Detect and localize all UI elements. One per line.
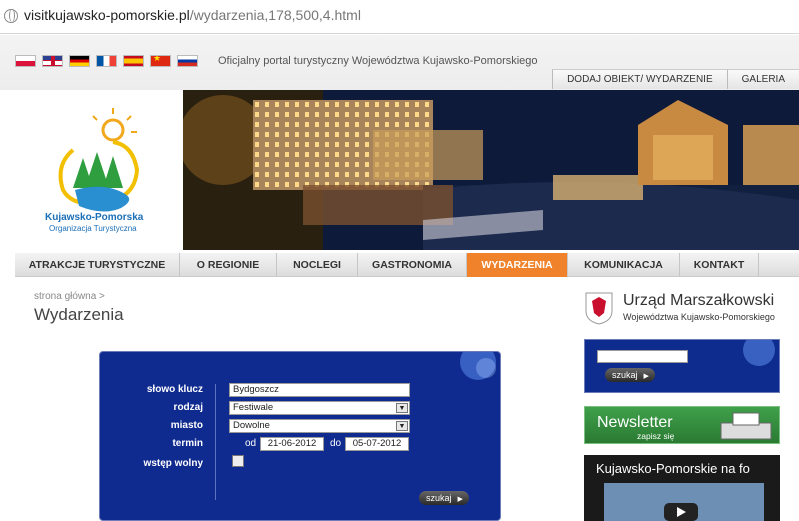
menu-events[interactable]: WYDARZENIA bbox=[467, 253, 568, 277]
keyboard-icon bbox=[720, 412, 772, 440]
keyword-label: słowo klucz bbox=[146, 384, 203, 395]
date-from-input[interactable]: 21-06-2012 bbox=[260, 437, 324, 451]
banner: Kujawsko-Pomorska Organizacja Turystyczn… bbox=[15, 90, 799, 250]
city-label: miasto bbox=[170, 420, 203, 431]
menu-attractions[interactable]: ATRAKCJE TURYSTYCZNE bbox=[15, 253, 180, 277]
browser-address-bar[interactable]: visitkujawsko-pomorskie.pl/wydarzenia,17… bbox=[0, 0, 799, 34]
logo-line2: Organizacja Turystyczna bbox=[49, 224, 137, 233]
city-select[interactable]: Dowolne ▼ bbox=[229, 419, 410, 433]
menu-accommodation[interactable]: NOCLEGI bbox=[277, 253, 358, 277]
flag-pl-icon[interactable] bbox=[15, 55, 36, 67]
coat-of-arms-icon[interactable] bbox=[584, 291, 614, 325]
play-arrow-icon: ▶ bbox=[643, 373, 649, 380]
free-entry-checkbox[interactable] bbox=[232, 455, 244, 467]
flag-ru-icon[interactable] bbox=[177, 55, 198, 67]
chevron-down-icon[interactable]: ▼ bbox=[396, 403, 408, 413]
menu-region[interactable]: O REGIONIE bbox=[180, 253, 277, 277]
city-select-value: Dowolne bbox=[233, 420, 270, 431]
event-search-panel: słowo klucz Bydgoszcz rodzaj Festiwale ▼… bbox=[99, 351, 501, 521]
from-label: od bbox=[245, 438, 257, 449]
flag-fr-icon[interactable] bbox=[96, 55, 117, 67]
url-text[interactable]: visitkujawsko-pomorskie.pl/wydarzenia,17… bbox=[24, 7, 361, 23]
video-thumbnail bbox=[604, 483, 764, 521]
menu-contact[interactable]: KONTAKT bbox=[680, 253, 759, 277]
main-menu: ATRAKCJE TURYSTYCZNE O REGIONIE NOCLEGI … bbox=[15, 253, 799, 277]
menu-transport[interactable]: KOMUNIKACJA bbox=[568, 253, 680, 277]
sidebar-search-input[interactable] bbox=[597, 350, 688, 363]
globe-decor-icon bbox=[460, 352, 496, 380]
city-night-image bbox=[183, 90, 799, 250]
date-to-input[interactable]: 05-07-2012 bbox=[345, 437, 409, 451]
newsletter-subtitle: zapisz się bbox=[637, 431, 675, 441]
video-title: Kujawsko-Pomorskie na fo bbox=[596, 461, 750, 476]
newsletter-title: Newsletter bbox=[597, 414, 673, 431]
gallery-button[interactable]: GALERIA bbox=[726, 69, 799, 89]
chevron-down-icon[interactable]: ▼ bbox=[396, 421, 408, 431]
type-label: rodzaj bbox=[173, 402, 203, 413]
um-subtitle: Województwa Kujawsko-Pomorskiego bbox=[623, 312, 775, 322]
page-title: Wydarzenia bbox=[34, 305, 124, 324]
flag-de-icon[interactable] bbox=[69, 55, 90, 67]
sidebar-search-box: szukaj ▶ bbox=[584, 339, 780, 393]
banner-photo bbox=[183, 90, 799, 250]
flag-gb-icon[interactable] bbox=[42, 55, 63, 67]
logo-line1: Kujawsko-Pomorska bbox=[45, 212, 144, 223]
flag-cn-icon[interactable] bbox=[150, 55, 171, 67]
newsletter-banner[interactable]: Newsletter zapisz się bbox=[584, 406, 780, 444]
to-label: do bbox=[330, 438, 342, 449]
free-entry-label: wstęp wolny bbox=[143, 458, 203, 469]
top-buttons: DODAJ OBIEKT/ WYDARZENIE GALERIA bbox=[552, 69, 799, 89]
breadcrumb[interactable]: strona główna > bbox=[34, 291, 105, 302]
date-label: termin bbox=[172, 438, 203, 449]
type-select-value: Festiwale bbox=[233, 402, 274, 413]
globe-icon bbox=[4, 9, 18, 23]
globe-decor-icon bbox=[743, 340, 775, 366]
portal-tagline: Oficjalny portal turystyczny Województwa… bbox=[218, 55, 538, 67]
site-logo[interactable]: Kujawsko-Pomorska Organizacja Turystyczn… bbox=[15, 90, 183, 250]
flag-es-icon[interactable] bbox=[123, 55, 144, 67]
language-flags bbox=[15, 55, 198, 67]
sidebar-search-label: szukaj bbox=[612, 370, 638, 380]
add-event-button[interactable]: DODAJ OBIEKT/ WYDARZENIE bbox=[552, 69, 727, 89]
keyword-input[interactable]: Bydgoszcz bbox=[229, 383, 410, 397]
um-title[interactable]: Urząd Marszałkowski bbox=[623, 292, 774, 310]
panel-divider bbox=[215, 384, 216, 500]
play-arrow-icon: ▶ bbox=[457, 496, 463, 503]
type-select[interactable]: Festiwale ▼ bbox=[229, 401, 410, 415]
video-embed[interactable]: Kujawsko-Pomorskie na fo bbox=[584, 455, 780, 521]
search-submit-button[interactable]: szukaj ▶ bbox=[419, 491, 469, 505]
menu-gastronomy[interactable]: GASTRONOMIA bbox=[358, 253, 467, 277]
search-submit-label: szukaj bbox=[426, 493, 452, 503]
sidebar-search-button[interactable]: szukaj ▶ bbox=[605, 368, 655, 382]
